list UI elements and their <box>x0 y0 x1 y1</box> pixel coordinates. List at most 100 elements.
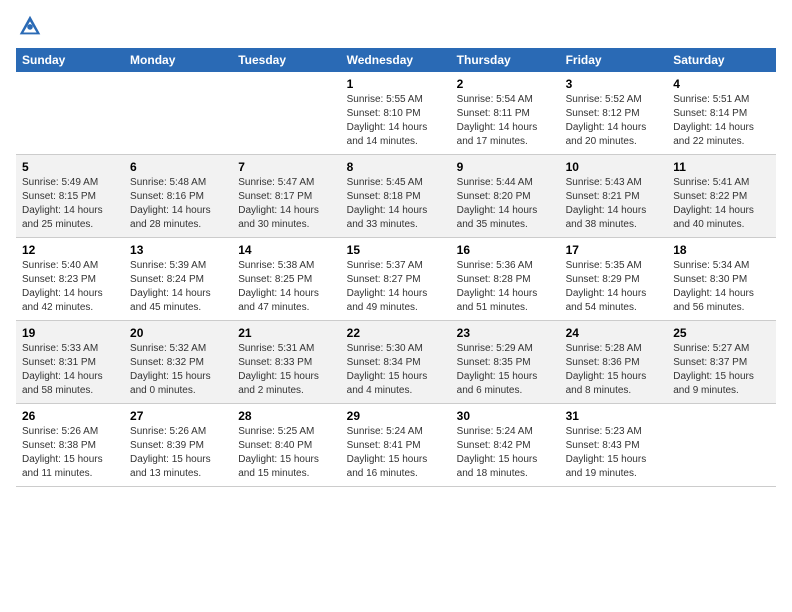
day-number: 16 <box>457 243 554 257</box>
day-info: Sunrise: 5:49 AM Sunset: 8:15 PM Dayligh… <box>22 176 118 232</box>
day-number: 12 <box>22 243 118 257</box>
calendar-cell: 26 Sunrise: 5:26 AM Sunset: 8:38 PM Dayli… <box>16 404 124 487</box>
day-info: Sunrise: 5:27 AM Sunset: 8:37 PM Dayligh… <box>673 342 770 398</box>
weekday-header-sunday: Sunday <box>16 48 124 72</box>
day-number: 27 <box>130 409 226 423</box>
calendar-cell: 3 Sunrise: 5:52 AM Sunset: 8:12 PM Daylig… <box>560 72 668 155</box>
logo <box>16 12 46 40</box>
day-number: 22 <box>347 326 445 340</box>
day-number: 11 <box>673 160 770 174</box>
day-info: Sunrise: 5:39 AM Sunset: 8:24 PM Dayligh… <box>130 259 226 315</box>
calendar-cell: 22Sunrise: 5:30 AM Sunset: 8:34 PM Dayli… <box>341 321 451 404</box>
day-info: Sunrise: 5:25 AM Sunset: 8:40 PM Dayligh… <box>238 425 334 481</box>
calendar-cell: 30 Sunrise: 5:24 AM Sunset: 8:42 PM Dayli… <box>451 404 560 487</box>
day-number: 30 <box>457 409 554 423</box>
calendar-cell: 28 Sunrise: 5:25 AM Sunset: 8:40 PM Dayli… <box>232 404 340 487</box>
calendar-cell: 18Sunrise: 5:34 AM Sunset: 8:30 PM Dayli… <box>667 238 776 321</box>
day-number: 24 <box>566 326 662 340</box>
calendar-cell <box>232 72 340 155</box>
day-number: 23 <box>457 326 554 340</box>
day-info: Sunrise: 5:45 AM Sunset: 8:18 PM Dayligh… <box>347 176 445 232</box>
day-number: 5 <box>22 160 118 174</box>
day-info: Sunrise: 5:40 AM Sunset: 8:23 PM Dayligh… <box>22 259 118 315</box>
day-number: 20 <box>130 326 226 340</box>
calendar-cell: 24 Sunrise: 5:28 AM Sunset: 8:36 PM Dayli… <box>560 321 668 404</box>
calendar-cell: 5 Sunrise: 5:49 AM Sunset: 8:15 PM Daylig… <box>16 155 124 238</box>
calendar-cell <box>16 72 124 155</box>
day-number: 28 <box>238 409 334 423</box>
calendar-cell: 31 Sunrise: 5:23 AM Sunset: 8:43 PM Dayli… <box>560 404 668 487</box>
day-number: 10 <box>566 160 662 174</box>
calendar-cell: 6 Sunrise: 5:48 AM Sunset: 8:16 PM Daylig… <box>124 155 232 238</box>
calendar-cell: 16 Sunrise: 5:36 AM Sunset: 8:28 PM Dayli… <box>451 238 560 321</box>
day-info: Sunrise: 5:52 AM Sunset: 8:12 PM Dayligh… <box>566 93 662 149</box>
calendar-cell: 23 Sunrise: 5:29 AM Sunset: 8:35 PM Dayli… <box>451 321 560 404</box>
calendar-table: SundayMondayTuesdayWednesdayThursdayFrid… <box>16 48 776 487</box>
day-number: 19 <box>22 326 118 340</box>
calendar-cell: 20 Sunrise: 5:32 AM Sunset: 8:32 PM Dayli… <box>124 321 232 404</box>
weekday-header-monday: Monday <box>124 48 232 72</box>
calendar-cell: 2 Sunrise: 5:54 AM Sunset: 8:11 PM Daylig… <box>451 72 560 155</box>
calendar-cell: 1 Sunrise: 5:55 AM Sunset: 8:10 PM Daylig… <box>341 72 451 155</box>
calendar-cell: 7Sunrise: 5:47 AM Sunset: 8:17 PM Daylig… <box>232 155 340 238</box>
calendar-cell: 29 Sunrise: 5:24 AM Sunset: 8:41 PM Dayli… <box>341 404 451 487</box>
weekday-header-saturday: Saturday <box>667 48 776 72</box>
day-info: Sunrise: 5:35 AM Sunset: 8:29 PM Dayligh… <box>566 259 662 315</box>
calendar-cell: 10 Sunrise: 5:43 AM Sunset: 8:21 PM Dayli… <box>560 155 668 238</box>
page: SundayMondayTuesdayWednesdayThursdayFrid… <box>0 0 792 503</box>
day-number: 18 <box>673 243 770 257</box>
calendar-week-1: 1 Sunrise: 5:55 AM Sunset: 8:10 PM Daylig… <box>16 72 776 155</box>
day-info: Sunrise: 5:23 AM Sunset: 8:43 PM Dayligh… <box>566 425 662 481</box>
weekday-header-thursday: Thursday <box>451 48 560 72</box>
day-number: 26 <box>22 409 118 423</box>
calendar-week-4: 19 Sunrise: 5:33 AM Sunset: 8:31 PM Dayli… <box>16 321 776 404</box>
calendar-cell <box>667 404 776 487</box>
day-number: 21 <box>238 326 334 340</box>
calendar-cell <box>124 72 232 155</box>
day-number: 9 <box>457 160 554 174</box>
day-info: Sunrise: 5:54 AM Sunset: 8:11 PM Dayligh… <box>457 93 554 149</box>
day-info: Sunrise: 5:37 AM Sunset: 8:27 PM Dayligh… <box>347 259 445 315</box>
day-number: 6 <box>130 160 226 174</box>
calendar-week-2: 5 Sunrise: 5:49 AM Sunset: 8:15 PM Daylig… <box>16 155 776 238</box>
day-info: Sunrise: 5:55 AM Sunset: 8:10 PM Dayligh… <box>347 93 445 149</box>
day-info: Sunrise: 5:24 AM Sunset: 8:42 PM Dayligh… <box>457 425 554 481</box>
day-info: Sunrise: 5:32 AM Sunset: 8:32 PM Dayligh… <box>130 342 226 398</box>
calendar-cell: 9 Sunrise: 5:44 AM Sunset: 8:20 PM Daylig… <box>451 155 560 238</box>
day-number: 17 <box>566 243 662 257</box>
day-info: Sunrise: 5:26 AM Sunset: 8:38 PM Dayligh… <box>22 425 118 481</box>
weekday-header-wednesday: Wednesday <box>341 48 451 72</box>
calendar-week-3: 12 Sunrise: 5:40 AM Sunset: 8:23 PM Dayli… <box>16 238 776 321</box>
header-row: SundayMondayTuesdayWednesdayThursdayFrid… <box>16 48 776 72</box>
day-info: Sunrise: 5:48 AM Sunset: 8:16 PM Dayligh… <box>130 176 226 232</box>
day-number: 31 <box>566 409 662 423</box>
day-number: 15 <box>347 243 445 257</box>
day-number: 3 <box>566 77 662 91</box>
day-number: 8 <box>347 160 445 174</box>
day-info: Sunrise: 5:24 AM Sunset: 8:41 PM Dayligh… <box>347 425 445 481</box>
day-info: Sunrise: 5:26 AM Sunset: 8:39 PM Dayligh… <box>130 425 226 481</box>
calendar-cell: 14Sunrise: 5:38 AM Sunset: 8:25 PM Dayli… <box>232 238 340 321</box>
calendar-cell: 8 Sunrise: 5:45 AM Sunset: 8:18 PM Daylig… <box>341 155 451 238</box>
calendar-cell: 12 Sunrise: 5:40 AM Sunset: 8:23 PM Dayli… <box>16 238 124 321</box>
calendar-cell: 17 Sunrise: 5:35 AM Sunset: 8:29 PM Dayli… <box>560 238 668 321</box>
header <box>16 12 776 40</box>
day-number: 1 <box>347 77 445 91</box>
calendar-cell: 11Sunrise: 5:41 AM Sunset: 8:22 PM Dayli… <box>667 155 776 238</box>
calendar-week-5: 26 Sunrise: 5:26 AM Sunset: 8:38 PM Dayli… <box>16 404 776 487</box>
calendar-cell: 15 Sunrise: 5:37 AM Sunset: 8:27 PM Dayli… <box>341 238 451 321</box>
day-number: 29 <box>347 409 445 423</box>
day-info: Sunrise: 5:44 AM Sunset: 8:20 PM Dayligh… <box>457 176 554 232</box>
calendar-cell: 21Sunrise: 5:31 AM Sunset: 8:33 PM Dayli… <box>232 321 340 404</box>
weekday-header-tuesday: Tuesday <box>232 48 340 72</box>
calendar-cell: 27 Sunrise: 5:26 AM Sunset: 8:39 PM Dayli… <box>124 404 232 487</box>
logo-icon <box>16 12 44 40</box>
day-info: Sunrise: 5:43 AM Sunset: 8:21 PM Dayligh… <box>566 176 662 232</box>
day-info: Sunrise: 5:28 AM Sunset: 8:36 PM Dayligh… <box>566 342 662 398</box>
day-number: 13 <box>130 243 226 257</box>
day-info: Sunrise: 5:51 AM Sunset: 8:14 PM Dayligh… <box>673 93 770 149</box>
day-info: Sunrise: 5:36 AM Sunset: 8:28 PM Dayligh… <box>457 259 554 315</box>
day-number: 2 <box>457 77 554 91</box>
day-info: Sunrise: 5:33 AM Sunset: 8:31 PM Dayligh… <box>22 342 118 398</box>
day-info: Sunrise: 5:29 AM Sunset: 8:35 PM Dayligh… <box>457 342 554 398</box>
